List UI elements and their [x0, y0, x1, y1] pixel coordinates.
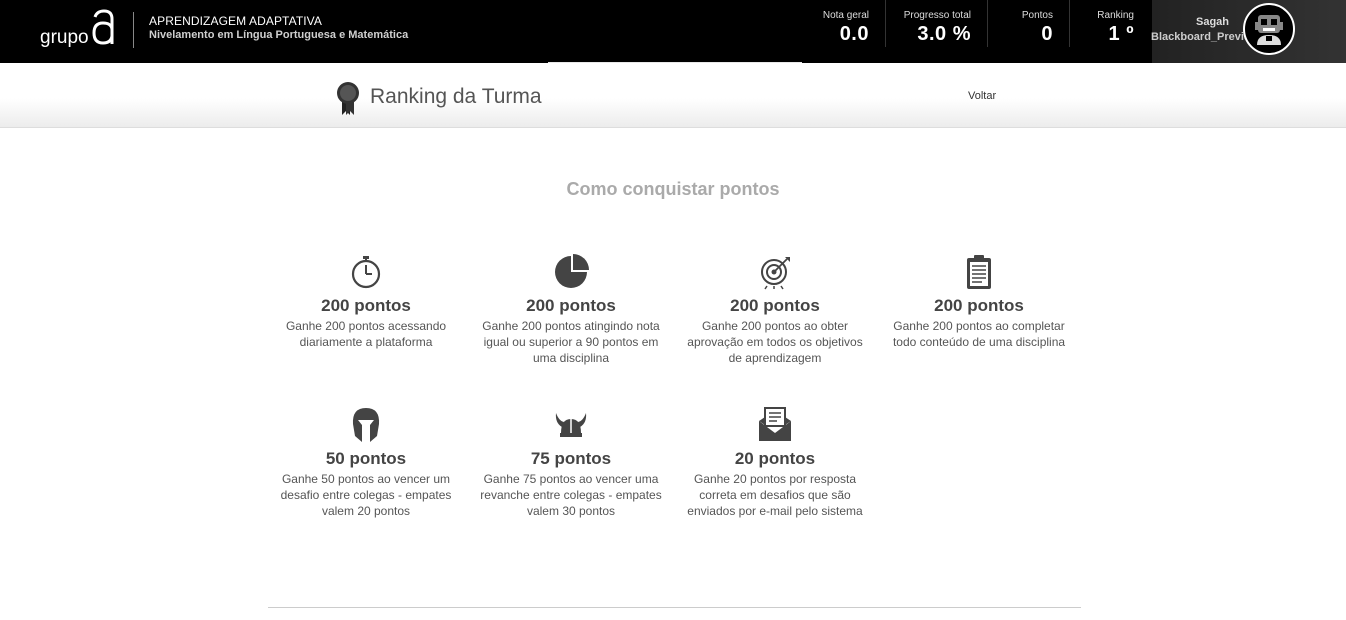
medal-icon [335, 81, 361, 120]
stat-label: Ranking [1097, 10, 1134, 21]
stat-label: Nota geral [822, 10, 869, 21]
points-card: 20 pontos Ganhe 20 pontos por resposta c… [680, 407, 870, 519]
user-name: Sagah [1196, 16, 1230, 28]
card-description: Ganhe 200 pontos ao obter aprovação em t… [687, 319, 863, 365]
avatar[interactable] [1243, 3, 1295, 55]
card-description: Ganhe 20 pontos por resposta correta em … [687, 472, 863, 518]
points-card: 200 pontos Ganhe 200 pontos ao completar… [884, 254, 1074, 350]
points-card: 200 pontos Ganhe 200 pontos acessando di… [271, 254, 461, 350]
card-points: 20 pontos [734, 449, 816, 468]
stat-nota-geral: Nota geral 0.0 [790, 0, 886, 47]
stat-value: 3.0 % [917, 23, 971, 45]
section-title: Como conquistar pontos [566, 179, 780, 199]
top-bar: grupo APRENDIZAGEM ADAPTATIVA Nivelament… [0, 0, 1346, 63]
card-points: 200 pontos [321, 296, 411, 315]
page-title: Ranking da Turma [370, 85, 542, 108]
card-description: Ganhe 200 pontos atingindo nota igual ou… [482, 319, 660, 365]
card-description: Ganhe 50 pontos ao vencer um desafio ent… [280, 472, 452, 518]
points-card: 200 pontos Ganhe 200 pontos atingindo no… [476, 254, 666, 366]
points-card: 50 pontos Ganhe 50 pontos ao vencer um d… [271, 407, 461, 519]
spartan-helmet-icon [352, 408, 380, 442]
card-points: 50 pontos [325, 449, 407, 468]
user-menu[interactable]: Sagah Blackboard_Preview [1151, 0, 1346, 63]
section-divider [268, 607, 1081, 608]
robot-avatar-icon [1255, 15, 1283, 45]
points-card: 200 pontos Ganhe 200 pontos ao obter apr… [680, 254, 870, 366]
card-description: Ganhe 200 pontos acessando diariamente a… [285, 319, 447, 349]
card-points: 75 pontos [530, 449, 612, 468]
card-description: Ganhe 200 pontos ao completar todo conte… [892, 319, 1066, 349]
card-points: 200 pontos [934, 296, 1024, 315]
back-link[interactable]: Voltar [968, 90, 996, 102]
grupo-a-logo[interactable]: grupo [40, 9, 115, 50]
stat-label: Progresso total [903, 10, 971, 21]
card-points: 200 pontos [526, 296, 616, 315]
stat-value: 0.0 [839, 23, 869, 45]
pie-chart-icon [555, 254, 589, 288]
target-icon [761, 257, 790, 290]
app-subtitle: Nivelamento em Língua Portuguesa e Matem… [149, 29, 409, 41]
stat-label: Pontos [1021, 10, 1053, 21]
card-points: 200 pontos [730, 296, 820, 315]
stat-value: 1 º [1108, 23, 1134, 45]
header-divider [133, 12, 134, 48]
stat-pontos: Pontos 0 [988, 0, 1070, 47]
stat-value: 0 [1041, 23, 1053, 45]
viking-helmet-icon [555, 413, 587, 437]
app-title: APRENDIZAGEM ADAPTATIVA [149, 14, 322, 28]
logo-text: grupo [40, 27, 89, 48]
card-description: Ganhe 75 pontos ao vencer uma revanche e… [480, 472, 662, 518]
clipboard-icon [967, 255, 991, 289]
points-card: 75 pontos Ganhe 75 pontos ao vencer uma … [476, 407, 666, 519]
envelope-icon [759, 407, 791, 441]
logo-letter-a [91, 9, 115, 50]
stat-progresso-total: Progresso total 3.0 % [886, 0, 988, 47]
user-subtitle: Blackboard_Preview [1151, 31, 1247, 43]
stopwatch-icon [351, 256, 381, 289]
page-header: Ranking da Turma Voltar [0, 63, 1346, 128]
stat-ranking: Ranking 1 º [1070, 0, 1150, 47]
